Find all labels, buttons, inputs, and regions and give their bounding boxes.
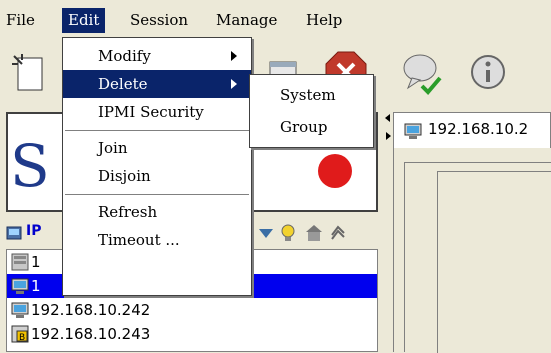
submenu-item-group[interactable]: Group — [250, 113, 373, 141]
menu-file[interactable]: File — [0, 8, 41, 33]
lightbulb-icon[interactable] — [278, 223, 298, 243]
menu-item-delete[interactable]: Delete — [63, 70, 251, 98]
menu-item-timeout[interactable]: Timeout ... — [63, 226, 251, 254]
menu-separator — [65, 194, 249, 195]
chat-check-icon — [403, 54, 442, 95]
new-button[interactable] — [4, 46, 60, 102]
tree-row-label: 1 — [31, 253, 41, 271]
tree-row-label: 192.168.10.242 — [31, 301, 151, 319]
tree-header-label: IP — [26, 223, 42, 239]
tree-row[interactable]: 192.168.10.242 — [7, 298, 377, 322]
dropdown-arrow-icon[interactable] — [256, 223, 276, 243]
computer-icon — [11, 278, 29, 294]
menu-session[interactable]: Session — [124, 8, 194, 33]
menu-item-disjoin[interactable]: Disjoin — [63, 162, 251, 190]
tree-row-label: 192.168.10.243 — [31, 325, 151, 343]
logo-dot — [318, 154, 352, 188]
server-icon — [11, 253, 29, 271]
tree-row-label: 1 — [31, 277, 41, 295]
tab-label: 192.168.10.2 — [428, 120, 529, 138]
menu-item-ipmi-security[interactable]: IPMI Security — [63, 98, 251, 126]
splitter-arrows-icon[interactable] — [383, 112, 393, 152]
menu-separator — [65, 130, 249, 131]
tree-row[interactable]: B 192.168.10.243 — [7, 322, 377, 346]
right-panel: 192.168.10.2 — [393, 108, 551, 353]
new-document-icon — [12, 54, 43, 91]
menu-edit[interactable]: Edit — [62, 8, 106, 33]
menu-item-modify[interactable]: Modify — [63, 42, 251, 70]
info-button[interactable] — [464, 46, 520, 102]
edit-menu: Modify Delete IPMI Security Join Disjoin… — [62, 37, 252, 296]
computer-icon — [11, 302, 29, 318]
computer-icon — [404, 123, 422, 139]
menu-help[interactable]: Help — [300, 8, 348, 33]
submenu-arrow-icon — [231, 79, 237, 89]
home-icon[interactable] — [304, 223, 324, 243]
menu-item-refresh[interactable]: Refresh — [63, 198, 251, 226]
info-icon — [471, 55, 505, 89]
delete-submenu: System Group — [249, 74, 374, 148]
ipmi-node-icon: B — [11, 325, 29, 343]
network-icon — [6, 226, 22, 240]
chat-button[interactable] — [398, 46, 454, 102]
panel-splitter[interactable] — [383, 108, 393, 352]
menu-bar: File Edit Session Manage Help — [0, 0, 551, 37]
submenu-arrow-icon — [231, 51, 237, 61]
menu-manage[interactable]: Manage — [210, 8, 283, 33]
tab-host[interactable]: 192.168.10.2 — [393, 112, 551, 148]
content-inner-frame — [437, 171, 551, 353]
refresh-link-icon[interactable] — [328, 223, 348, 243]
svg-text:B: B — [19, 333, 25, 343]
submenu-item-system[interactable]: System — [250, 81, 373, 109]
content-area — [393, 148, 551, 353]
content-frame — [404, 162, 551, 353]
menu-item-join[interactable]: Join — [63, 134, 251, 162]
